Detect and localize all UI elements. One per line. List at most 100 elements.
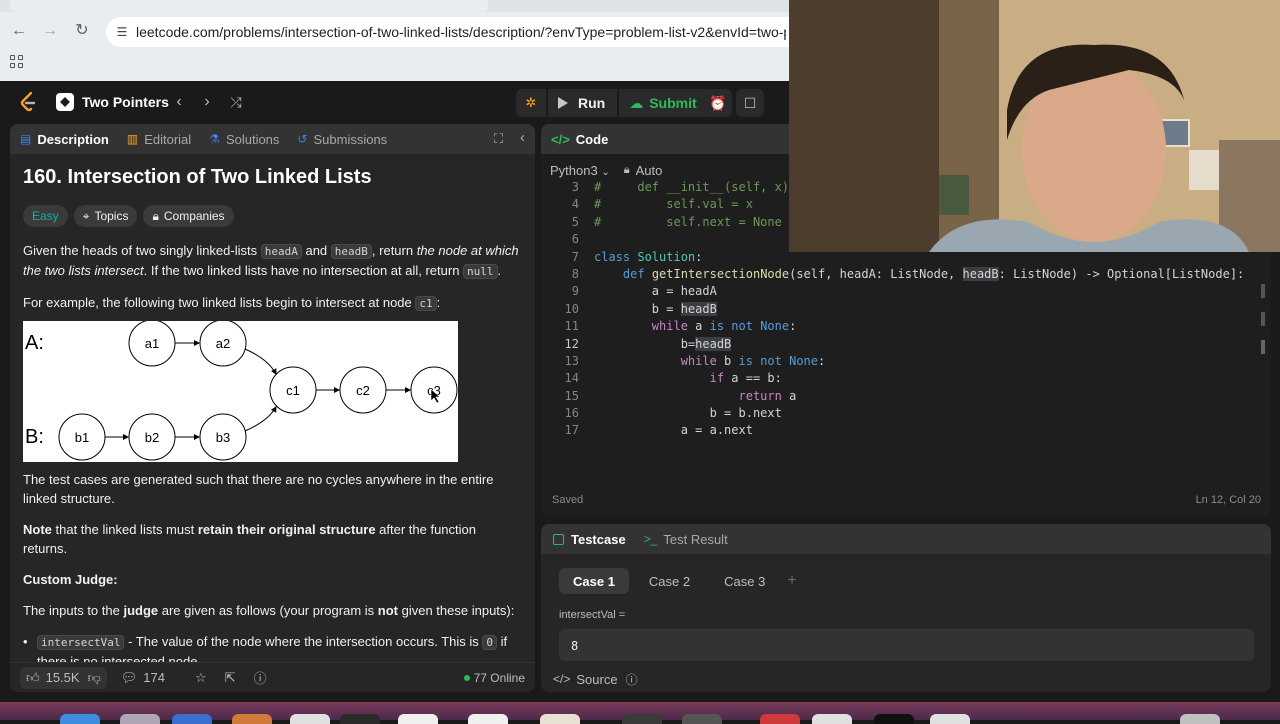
book-icon: ▥ — [126, 132, 139, 146]
problem-list-link[interactable]: Two Pointers — [56, 91, 169, 113]
browser-tab[interactable] — [10, 0, 488, 12]
testcase-panel: Testcase >_ Test Result Case 1 Case 2 Cas… — [541, 524, 1271, 692]
finder-icon[interactable] — [60, 714, 100, 724]
tab-testcase[interactable]: Testcase — [553, 532, 626, 547]
line-number: 3 — [571, 180, 579, 194]
tab-solutions[interactable]: ⚗ Solutions — [209, 132, 279, 147]
line-number: 16 — [564, 406, 579, 421]
case-tab-3[interactable]: Case 3 — [710, 568, 779, 594]
app-icon[interactable] — [622, 714, 662, 724]
line-number: 7 — [571, 249, 579, 264]
app-icon[interactable] — [540, 714, 580, 724]
inline-code: intersectVal — [37, 635, 125, 650]
terminal-app-icon[interactable] — [874, 714, 914, 724]
text: : — [436, 295, 441, 310]
chevron-left-icon[interactable]: ‹ — [520, 129, 525, 146]
safari-icon[interactable] — [172, 714, 212, 724]
note-icon[interactable]: ☐ — [736, 89, 764, 117]
thumbs-down-icon[interactable]: 👎︎ — [88, 670, 101, 686]
shuffle-icon[interactable]: ⤮ — [227, 93, 245, 111]
node-label: b3 — [216, 430, 230, 445]
editor-scrollbar[interactable] — [1261, 284, 1265, 354]
problem-description: 160. Intersection of Two Linked Lists Ea… — [23, 166, 523, 671]
scroll-marker — [1261, 340, 1265, 354]
run-button[interactable]: Run — [548, 89, 618, 117]
tab-test-result[interactable]: >_ Test Result — [644, 532, 728, 547]
add-case-icon[interactable]: + — [787, 572, 796, 590]
cloud-upload-icon: ☁ — [629, 94, 644, 111]
diagram-label-a: A: — [25, 332, 44, 354]
case-tab-2[interactable]: Case 2 — [635, 568, 704, 594]
address-bar[interactable]: ☰ leetcode.com/problems/intersection-of-… — [106, 17, 806, 47]
language-select[interactable]: Python3 ⌄ — [550, 163, 610, 178]
app-icon[interactable] — [340, 714, 380, 724]
like-count: 15.5K — [45, 670, 80, 685]
site-info-icon[interactable]: ☰ — [114, 24, 130, 40]
save-status: Saved — [552, 494, 584, 506]
lock-icon: 🔒︎ — [623, 163, 630, 176]
app-icon[interactable] — [290, 714, 330, 724]
companies-tag[interactable]: 🔒︎ Companies — [143, 205, 234, 227]
apps-grid-icon[interactable] — [10, 55, 26, 71]
forward-icon[interactable]: → — [40, 21, 60, 41]
param-input[interactable]: 8 — [559, 629, 1254, 661]
line-number: 11 — [564, 319, 579, 334]
tab-description[interactable]: ▤ Description — [20, 132, 109, 147]
help-icon[interactable]: ⓘ — [254, 668, 267, 687]
tab-submissions[interactable]: ↺ Submissions — [297, 132, 387, 147]
app-icon[interactable] — [760, 714, 800, 724]
star-icon[interactable]: ☆ — [195, 670, 207, 686]
reload-icon[interactable]: ↻ — [72, 21, 92, 41]
share-icon[interactable]: ⇱ — [225, 670, 236, 686]
node-label: a1 — [145, 336, 159, 351]
help-icon[interactable]: ⓘ — [626, 671, 638, 688]
code-line: 13 while b is not None: — [541, 353, 1271, 370]
debug-button[interactable]: ✲ — [516, 89, 546, 117]
thumbs-up-icon[interactable]: 👍︎ — [26, 670, 40, 686]
terminal-icon: >_ — [643, 532, 658, 546]
inline-code: headA — [260, 244, 302, 259]
app-icon[interactable] — [232, 714, 272, 724]
line-number: 9 — [571, 284, 579, 299]
tab-editorial[interactable]: ▥ Editorial — [127, 132, 191, 147]
topics-tag[interactable]: ⌖ Topics — [73, 205, 138, 227]
next-problem-icon[interactable]: › — [198, 93, 216, 111]
line-number: 10 — [564, 301, 579, 316]
case-tab-1[interactable]: Case 1 — [559, 568, 629, 594]
code-line-current: 12 b=headB — [541, 336, 1271, 353]
trash-icon[interactable] — [1180, 714, 1220, 724]
app-icon[interactable] — [398, 714, 438, 724]
code-toolbar: Python3 ⌄ 🔒︎ Auto — [550, 160, 662, 180]
prev-problem-icon[interactable]: ‹ — [170, 93, 188, 111]
expand-icon[interactable]: ⛶ — [494, 131, 503, 147]
launchpad-icon[interactable] — [120, 714, 160, 724]
scroll-marker — [1261, 312, 1265, 326]
app-icon[interactable] — [930, 714, 970, 724]
tab-solutions-label: Solutions — [225, 131, 280, 147]
submit-button[interactable]: ☁ Submit — [619, 89, 711, 117]
leetcode-logo-icon[interactable] — [18, 91, 38, 113]
line-number: 6 — [571, 232, 579, 247]
strong: retain their original structure — [197, 522, 376, 537]
code-line: 11 while a is not None: — [541, 318, 1271, 335]
comment-count: 174 — [143, 670, 165, 685]
comment-icon[interactable]: 💬︎ — [121, 670, 138, 686]
text: given these inputs): — [398, 603, 515, 618]
node-label: c1 — [286, 383, 300, 398]
difficulty-badge[interactable]: Easy — [23, 205, 68, 227]
app-icon[interactable] — [682, 714, 722, 724]
strong: not — [377, 603, 398, 618]
app-icon[interactable] — [468, 714, 508, 724]
text: Given the heads of two singly linked-lis… — [23, 243, 261, 258]
source-link[interactable]: Source — [576, 672, 617, 687]
mode-label[interactable]: Auto — [636, 163, 663, 178]
custom-judge-heading: Custom Judge: — [23, 572, 118, 587]
app-icon[interactable] — [812, 714, 852, 724]
line-number: 8 — [571, 266, 579, 281]
text: For example, the following two linked li… — [23, 295, 416, 310]
online-count: 77 Online — [463, 671, 525, 685]
alarm-clock-icon[interactable]: ⏰ — [704, 89, 732, 117]
node-label: b2 — [145, 430, 159, 445]
back-icon[interactable]: ← — [9, 21, 29, 41]
code-line: 10 b = headB — [541, 301, 1271, 318]
